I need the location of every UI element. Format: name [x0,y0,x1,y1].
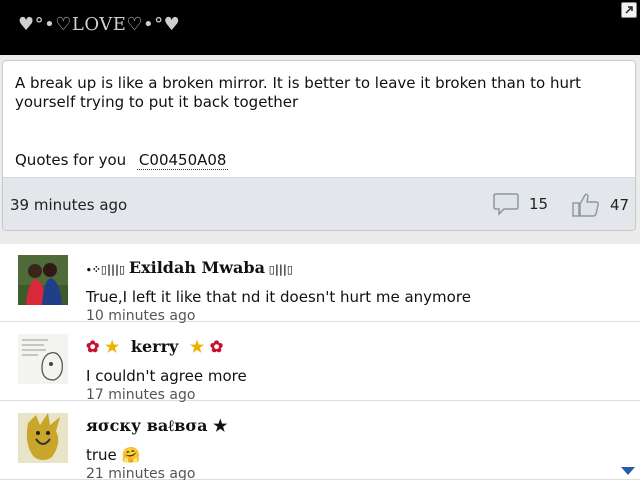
comment-item[interactable]: яσcку вaℓвσa ★ true 🤗 21 minutes ago [0,402,640,480]
comment-time: 10 minutes ago [86,308,196,324]
expand-icon[interactable] [621,2,637,18]
comment-text: True,I left it like that nd it doesn't h… [86,288,471,306]
app-header: ♥°•♡LOVE♡•°♥ [0,0,640,55]
hug-emoji-icon: 🤗 [121,446,141,464]
comment-item[interactable]: ✿ ★ kerry ★ ✿ I couldn't agree more 17 m… [0,323,640,403]
post-footer: 39 minutes ago 15 47 [3,177,635,230]
star-icon: ★ [189,337,205,356]
photo-avatar[interactable] [18,255,68,305]
comment-bubble-icon [493,193,519,216]
comment-author[interactable]: ∙⁘▯|||▯ Exildah Mwaba ▯|||▯ [86,258,293,277]
post-time: 39 minutes ago [10,196,128,214]
comment-author[interactable]: яσcку вaℓвσa ★ [86,416,227,436]
decoration-right: ▯|||▯ [264,263,293,276]
post-source: Quotes for you C00450A08 [15,151,229,170]
post-text: A break up is like a broken mirror. It i… [15,74,582,111]
quote-label: Quotes for you [15,151,127,169]
comment-author[interactable]: ✿ ★ kerry ★ ✿ [86,337,223,356]
comment-count: 15 [529,195,549,213]
comments-button[interactable]: 15 [493,192,548,216]
comment-list[interactable]: ∙⁘▯|||▯ Exildah Mwaba ▯|||▯ True,I left … [0,244,640,480]
decoration-left: ∙⁘▯|||▯ [86,263,129,276]
like-button[interactable]: 47 [572,192,629,218]
comment-text: true 🤗 [86,446,141,464]
star-icon: ★ [104,337,120,356]
like-count: 47 [610,196,630,214]
sketch-avatar[interactable] [18,334,68,384]
comment-time: 17 minutes ago [86,387,196,403]
scroll-down-icon[interactable] [621,460,635,479]
quote-code-link[interactable]: C00450A08 [136,151,229,170]
comment-item[interactable]: ∙⁘▯|||▯ Exildah Mwaba ▯|||▯ True,I left … [0,244,640,324]
rose-icon: ✿ [86,337,100,356]
rose-icon: ✿ [209,337,224,356]
comment-time: 21 minutes ago [86,466,196,480]
comment-text: I couldn't agree more [86,367,247,385]
thumbs-up-icon [572,193,599,217]
app-title: ♥°•♡LOVE♡•°♥ [18,14,181,35]
cartoon-avatar[interactable] [18,413,68,463]
post-card: A break up is like a broken mirror. It i… [2,60,636,231]
